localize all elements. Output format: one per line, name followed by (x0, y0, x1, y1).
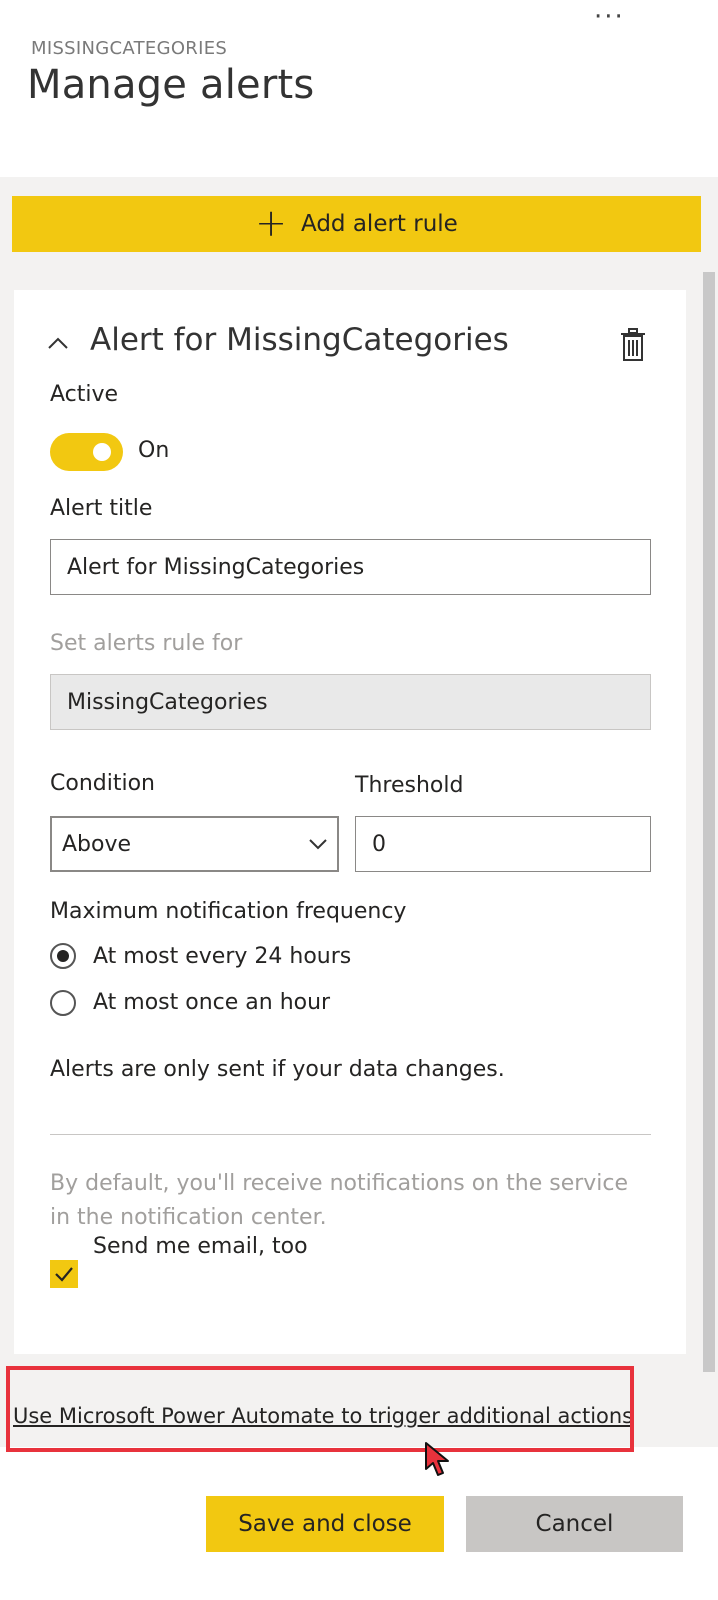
condition-value: Above (62, 831, 132, 857)
email-checkbox[interactable] (50, 1260, 78, 1288)
condition-select[interactable]: Above (50, 816, 339, 872)
divider (50, 1134, 651, 1135)
rule-for-field: MissingCategories (50, 674, 651, 730)
default-notification-info: By default, you'll receive notifications… (50, 1171, 629, 1230)
plus-icon: + (255, 200, 287, 245)
threshold-value: 0 (372, 831, 386, 857)
cancel-button[interactable]: Cancel (466, 1496, 683, 1552)
page-title: Manage alerts (27, 62, 315, 108)
alert-title-label: Alert title (50, 496, 153, 521)
highlight-box (6, 1366, 634, 1452)
frequency-option-hourly: At most once an hour (93, 990, 331, 1015)
mouse-pointer-icon (425, 1442, 449, 1476)
trash-icon[interactable] (619, 328, 647, 362)
page-subtitle: MISSINGCATEGORIES (31, 38, 228, 59)
add-alert-rule-button[interactable]: + Add alert rule (12, 196, 701, 252)
rule-for-label: Set alerts rule for (50, 631, 243, 656)
add-alert-rule-label: Add alert rule (301, 211, 458, 237)
data-change-note: Alerts are only sent if your data change… (50, 1057, 505, 1082)
toggle-knob (93, 443, 111, 461)
save-and-close-button[interactable]: Save and close (206, 1496, 444, 1552)
threshold-label: Threshold (355, 773, 464, 798)
frequency-option-24h: At most every 24 hours (93, 944, 352, 969)
email-label: Send me email, too (93, 1234, 308, 1259)
frequency-label: Maximum notification frequency (50, 899, 407, 924)
threshold-input[interactable]: 0 (355, 816, 651, 872)
alert-title-input[interactable]: Alert for MissingCategories (50, 539, 651, 595)
condition-label: Condition (50, 771, 155, 796)
active-toggle[interactable] (50, 433, 123, 471)
cancel-label: Cancel (535, 1511, 614, 1537)
chevron-up-icon[interactable] (46, 332, 70, 356)
alert-rule-heading: Alert for MissingCategories (90, 322, 509, 358)
chevron-down-icon (309, 839, 327, 850)
frequency-radio-hourly[interactable] (50, 990, 76, 1016)
rule-for-value: MissingCategories (67, 689, 268, 715)
active-label: Active (50, 382, 119, 407)
save-and-close-label: Save and close (238, 1511, 412, 1537)
more-options-icon[interactable]: ··· (594, 2, 625, 32)
alert-title-value: Alert for MissingCategories (67, 554, 365, 580)
checkmark-icon (55, 1267, 73, 1282)
scrollbar[interactable] (703, 272, 715, 1372)
frequency-radio-24h[interactable] (50, 943, 76, 969)
active-state-text: On (138, 438, 170, 463)
